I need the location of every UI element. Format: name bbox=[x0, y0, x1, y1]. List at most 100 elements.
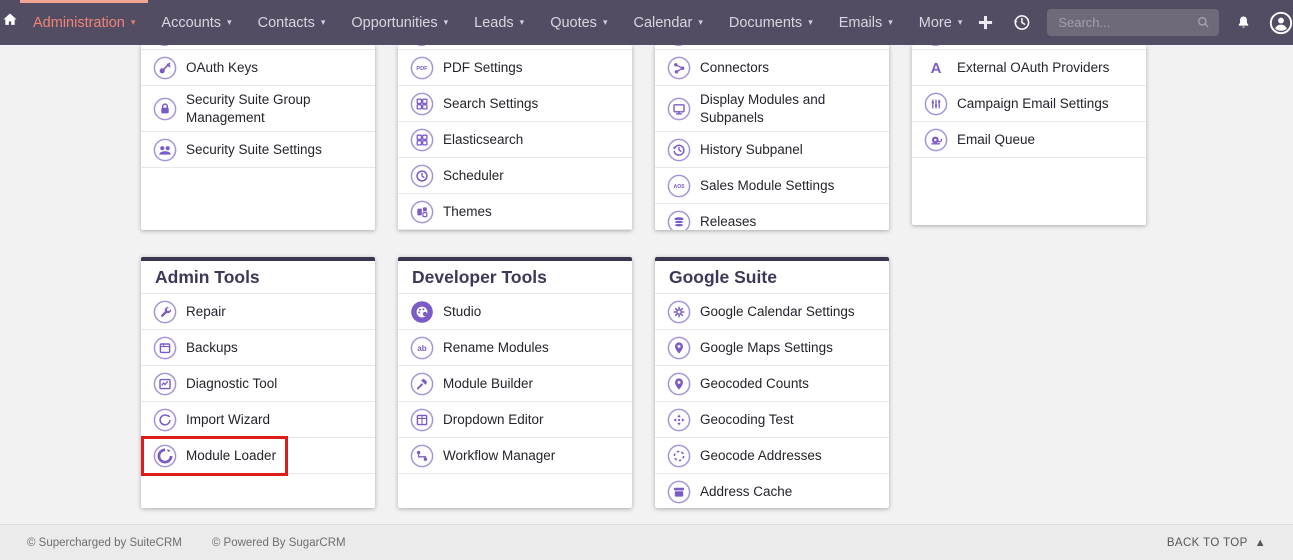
admin-link-geocoded-counts[interactable]: Geocoded Counts bbox=[655, 366, 889, 402]
admin-link-display-modules-and-subpanels[interactable]: Display Modules and Subpanels bbox=[655, 86, 889, 132]
chevron-down-icon: ▾ bbox=[321, 17, 326, 28]
admin-link-geocoding-test[interactable]: Geocoding Test bbox=[655, 402, 889, 438]
admin-link-repair[interactable]: Repair bbox=[141, 294, 375, 330]
menu-item-leads[interactable]: Leads▾ bbox=[461, 0, 537, 45]
card-admin-tools: Admin ToolsRepairBackupsDiagnostic ToolI… bbox=[141, 257, 375, 508]
search-icon[interactable] bbox=[1194, 13, 1213, 37]
menu-item-emails[interactable]: Emails▾ bbox=[826, 0, 906, 45]
chevron-down-icon: ▾ bbox=[698, 17, 703, 28]
admin-link-releases[interactable]: Releases bbox=[655, 204, 889, 230]
admin-link-email-queue[interactable]: Email Queue bbox=[912, 122, 1146, 158]
chevron-down-icon: ▾ bbox=[958, 17, 963, 28]
menu-item-quotes[interactable]: Quotes▾ bbox=[537, 0, 620, 45]
admin-link-google-calendar-settings[interactable]: Google Calendar Settings bbox=[655, 294, 889, 330]
geo-arrows-icon bbox=[667, 408, 691, 432]
history-clock-icon bbox=[667, 138, 691, 162]
themes-icon bbox=[410, 200, 434, 224]
admin-link-campaign-email-settings[interactable]: Campaign Email Settings bbox=[912, 86, 1146, 122]
card-title: Developer Tools bbox=[398, 261, 632, 294]
admin-panels-area: OAuth KeysSecurity Suite Group Managemen… bbox=[0, 45, 1293, 524]
lock-icon bbox=[153, 97, 177, 121]
connector-icon bbox=[667, 56, 691, 80]
chevron-down-icon: ▾ bbox=[888, 17, 893, 28]
card-r1-c3: ConnectorsDisplay Modules and SubpanelsH… bbox=[655, 45, 889, 230]
quick-create-plus-icon[interactable] bbox=[975, 12, 996, 33]
admin-link-history-subpanel[interactable]: History Subpanel bbox=[655, 132, 889, 168]
admin-link-studio[interactable]: Studio bbox=[398, 294, 632, 330]
card-r1-c1: OAuth KeysSecurity Suite Group Managemen… bbox=[141, 45, 375, 230]
aos-icon: AOS bbox=[667, 174, 691, 198]
admin-link-scheduler[interactable]: Scheduler bbox=[398, 158, 632, 194]
notifications-bell-icon[interactable] bbox=[1234, 13, 1253, 32]
pdf-icon: PDF bbox=[410, 56, 434, 80]
card-r1-c4: AExternal OAuth ProvidersCampaign Email … bbox=[912, 45, 1146, 225]
admin-link-security-suite-settings[interactable]: Security Suite Settings bbox=[141, 132, 375, 168]
admin-link-themes[interactable]: Themes bbox=[398, 194, 632, 230]
admin-cards-row-1: OAuth KeysSecurity Suite Group Managemen… bbox=[141, 45, 1293, 230]
card-title: Admin Tools bbox=[141, 261, 375, 294]
admin-link-dropdown-editor[interactable]: Dropdown Editor bbox=[398, 402, 632, 438]
user-avatar-icon[interactable] bbox=[1268, 10, 1293, 36]
monitor-icon bbox=[667, 97, 691, 121]
layers-icon bbox=[667, 210, 691, 230]
chevron-down-icon: ▾ bbox=[227, 17, 232, 28]
chevron-down-icon: ▾ bbox=[131, 17, 136, 28]
admin-link-module-loader[interactable]: Module Loader bbox=[141, 438, 375, 474]
ab-icon: ab bbox=[410, 336, 434, 360]
card-google-suite: Google SuiteGoogle Calendar SettingsGoog… bbox=[655, 257, 889, 508]
sugarcrm-credit-link[interactable]: © Powered By SugarCRM bbox=[212, 537, 346, 549]
admin-link-security-suite-group-management[interactable]: Security Suite Group Management bbox=[141, 86, 375, 132]
menu-item-documents[interactable]: Documents▾ bbox=[716, 0, 826, 45]
admin-link-backups[interactable]: Backups bbox=[141, 330, 375, 366]
menu-item-contacts[interactable]: Contacts▾ bbox=[245, 0, 339, 45]
admin-link-rename-modules[interactable]: abRename Modules bbox=[398, 330, 632, 366]
top-navbar: Administration▾Accounts▾Contacts▾Opportu… bbox=[0, 0, 1293, 45]
clipped-icon bbox=[668, 45, 689, 46]
admin-cards-row-2: Admin ToolsRepairBackupsDiagnostic ToolI… bbox=[141, 257, 1293, 508]
gear-icon bbox=[667, 300, 691, 324]
chevron-down-icon: ▾ bbox=[603, 17, 608, 28]
diagnostic-icon bbox=[153, 372, 177, 396]
menu-item-calendar[interactable]: Calendar▾ bbox=[620, 0, 715, 45]
clipped-icon bbox=[411, 45, 432, 46]
admin-link-connectors[interactable]: Connectors bbox=[655, 50, 889, 86]
svg-text:AOS: AOS bbox=[674, 183, 686, 189]
workflow-icon bbox=[410, 444, 434, 468]
admin-link-google-maps-settings[interactable]: Google Maps Settings bbox=[655, 330, 889, 366]
oauth-a-icon: A bbox=[924, 56, 948, 80]
card-r1-c2: PDFPDF SettingsSearch SettingsElasticsea… bbox=[398, 45, 632, 230]
admin-link-sales-module-settings[interactable]: AOSSales Module Settings bbox=[655, 168, 889, 204]
menu-item-more[interactable]: More▾ bbox=[906, 0, 976, 45]
map-pin-icon bbox=[667, 372, 691, 396]
clipped-icon bbox=[154, 45, 175, 46]
admin-link-elasticsearch[interactable]: Elasticsearch bbox=[398, 122, 632, 158]
admin-link-workflow-manager[interactable]: Workflow Manager bbox=[398, 438, 632, 474]
page-footer: © Supercharged by SuiteCRM © Powered By … bbox=[0, 524, 1293, 560]
admin-link-oauth-keys[interactable]: OAuth Keys bbox=[141, 50, 375, 86]
menu-item-opportunities[interactable]: Opportunities▾ bbox=[338, 0, 461, 45]
admin-link-external-oauth-providers[interactable]: AExternal OAuth Providers bbox=[912, 50, 1146, 86]
menu-item-accounts[interactable]: Accounts▾ bbox=[148, 0, 244, 45]
back-to-top-button[interactable]: BACK TO TOP ▲ bbox=[1167, 537, 1266, 549]
wrench-icon bbox=[153, 300, 177, 324]
admin-link-pdf-settings[interactable]: PDFPDF Settings bbox=[398, 50, 632, 86]
recently-viewed-history-icon[interactable] bbox=[1011, 12, 1032, 33]
admin-link-geocode-addresses[interactable]: Geocode Addresses bbox=[655, 438, 889, 474]
admin-link-diagnostic-tool[interactable]: Diagnostic Tool bbox=[141, 366, 375, 402]
svg-text:ab: ab bbox=[417, 343, 426, 352]
suitecrm-credit-link[interactable]: © Supercharged by SuiteCRM bbox=[27, 537, 182, 549]
module-search-icon bbox=[410, 92, 434, 116]
module-loader-icon bbox=[153, 444, 177, 468]
home-button[interactable] bbox=[0, 0, 20, 45]
archive-icon bbox=[667, 480, 691, 504]
dashed-circle-icon bbox=[667, 444, 691, 468]
clock-icon bbox=[410, 164, 434, 188]
card-title: Google Suite bbox=[655, 261, 889, 294]
palette-icon bbox=[410, 300, 434, 324]
admin-link-search-settings[interactable]: Search Settings bbox=[398, 86, 632, 122]
menu-item-administration[interactable]: Administration▾ bbox=[20, 0, 148, 45]
admin-link-import-wizard[interactable]: Import Wizard bbox=[141, 402, 375, 438]
dropdown-icon bbox=[410, 408, 434, 432]
admin-link-module-builder[interactable]: Module Builder bbox=[398, 366, 632, 402]
admin-link-address-cache[interactable]: Address Cache bbox=[655, 474, 889, 508]
